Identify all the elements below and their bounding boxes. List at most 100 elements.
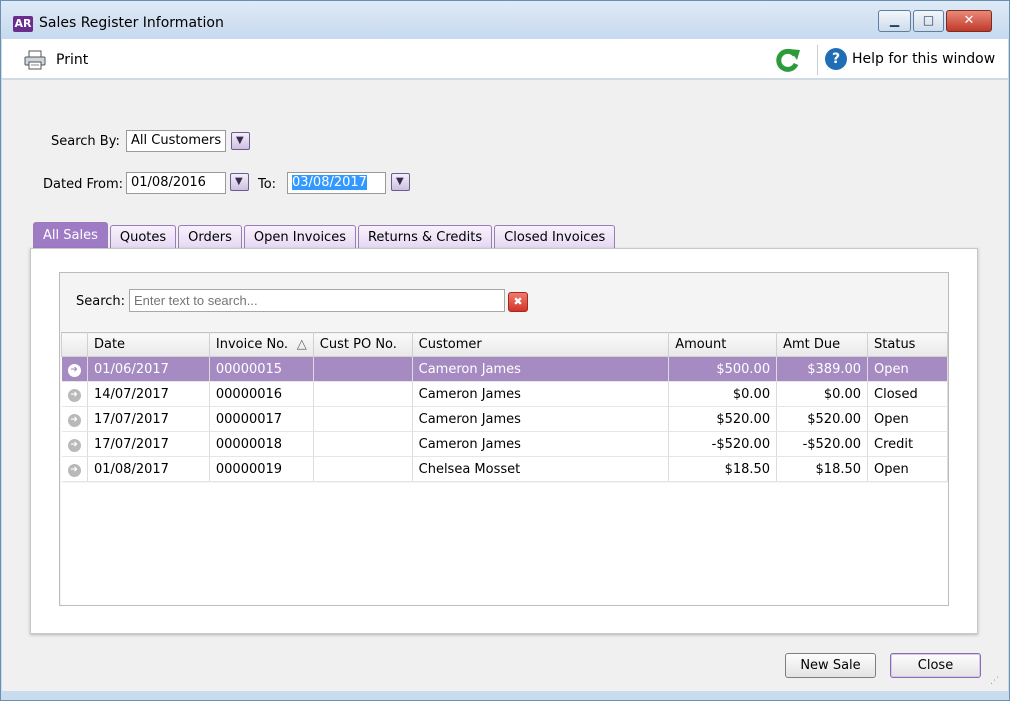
tab-orders[interactable]: Orders [178, 225, 242, 249]
search-label: Search: [76, 294, 126, 309]
refresh-icon[interactable] [774, 47, 802, 73]
cell-invoice-no: 00000018 [209, 431, 314, 457]
tab-quotes[interactable]: Quotes [109, 225, 177, 249]
table-row[interactable]: ➜ 17/07/2017 00000017 Cameron James $520… [61, 406, 948, 432]
column-header-amount[interactable]: Amount [668, 332, 778, 357]
column-header-row-selector [61, 332, 88, 357]
dated-from-dropdown-button[interactable]: ▼ [230, 173, 249, 191]
arrow-right-icon: ➜ [67, 364, 81, 377]
cell-amt-due: $0.00 [776, 381, 869, 407]
column-header-customer[interactable]: Customer [411, 332, 670, 357]
close-button[interactable]: Close [890, 653, 981, 678]
search-by-select[interactable]: All Customers [126, 130, 226, 152]
cell-invoice-no: 00000019 [209, 456, 314, 482]
cell-status: Open [867, 456, 948, 482]
table-empty-area [61, 483, 948, 605]
row-drilldown-cell[interactable]: ➜ [61, 406, 88, 432]
table-row[interactable]: ➜ 01/08/2017 00000019 Chelsea Mosset $18… [61, 456, 948, 482]
main-content: Search By: All Customers ▼ Dated From: 0… [2, 80, 1008, 691]
sort-ascending-icon: △ [296, 337, 307, 352]
dated-from-field[interactable]: 01/08/2016 [126, 172, 226, 194]
table-row[interactable]: ➜ 14/07/2017 00000016 Cameron James $0.0… [61, 381, 948, 407]
tab-open-invoices[interactable]: Open Invoices [243, 225, 356, 249]
printer-icon [24, 50, 46, 70]
to-label: To: [258, 177, 277, 192]
search-by-dropdown-button[interactable]: ▼ [231, 132, 250, 150]
cell-status: Credit [867, 431, 948, 457]
clear-search-button[interactable]: ✖ [508, 292, 528, 312]
help-icon: ? [825, 48, 847, 70]
cell-status: Open [867, 356, 948, 382]
cell-status: Open [867, 406, 948, 432]
table-row[interactable]: ➜ 17/07/2017 00000018 Cameron James -$52… [61, 431, 948, 457]
cell-date: 17/07/2017 [87, 406, 210, 432]
cell-amt-due: $389.00 [776, 356, 869, 382]
tab-returns-credits[interactable]: Returns & Credits [357, 225, 493, 249]
minimize-icon: ▁ [889, 13, 900, 27]
row-drilldown-cell[interactable]: ➜ [61, 456, 88, 482]
cell-cust-po-no [313, 431, 413, 457]
chevron-down-icon: ▼ [235, 176, 243, 187]
cell-amt-due: -$520.00 [776, 431, 869, 457]
minimize-button[interactable]: ▁ [878, 10, 911, 32]
column-header-invoice-no[interactable]: Invoice No. △ [208, 332, 314, 357]
column-header-status[interactable]: Status [867, 332, 948, 357]
column-header-date[interactable]: Date [86, 332, 210, 357]
arrow-right-icon: ➜ [67, 389, 81, 402]
tab-closed-invoices[interactable]: Closed Invoices [494, 225, 616, 249]
toolbar-separator [817, 45, 818, 75]
app-window: AR Sales Register Information ▁ □ ✕ Prin… [0, 0, 1010, 701]
grid-container: Search: ✖ Date Invoice No. △ Cust PO No.… [59, 272, 949, 606]
cell-customer: Cameron James [412, 406, 670, 432]
column-header-cust-po-no[interactable]: Cust PO No. [312, 332, 413, 357]
cell-cust-po-no [313, 406, 413, 432]
cell-date: 17/07/2017 [87, 431, 210, 457]
search-input[interactable] [129, 289, 505, 312]
cell-amount: $500.00 [668, 356, 778, 382]
help-button[interactable]: ? Help for this window [825, 48, 995, 70]
tab-panel: Search: ✖ Date Invoice No. △ Cust PO No.… [30, 248, 978, 634]
new-sale-button[interactable]: New Sale [785, 653, 876, 678]
close-window-button[interactable]: ✕ [946, 10, 992, 32]
cell-status: Closed [867, 381, 948, 407]
window-title: Sales Register Information [39, 15, 224, 31]
maximize-icon: □ [922, 13, 935, 27]
clear-icon: ✖ [513, 295, 523, 308]
table-row[interactable]: ➜ 01/06/2017 00000015 Cameron James $500… [61, 356, 948, 382]
cell-amt-due: $520.00 [776, 406, 869, 432]
cell-invoice-no: 00000015 [209, 356, 314, 382]
tab-all-sales[interactable]: All Sales [33, 222, 108, 249]
column-header-amt-due[interactable]: Amt Due [776, 332, 869, 357]
help-label: Help for this window [852, 51, 996, 67]
cell-amount: $0.00 [668, 381, 778, 407]
cell-amt-due: $18.50 [776, 456, 869, 482]
tab-bar: All Sales Quotes Orders Open Invoices Re… [33, 222, 617, 249]
cell-date: 01/08/2017 [87, 456, 210, 482]
search-by-label: Search By: [51, 134, 120, 149]
dated-to-field[interactable]: 03/08/2017 [287, 172, 386, 194]
arrow-right-icon: ➜ [67, 464, 81, 477]
cell-cust-po-no [313, 356, 413, 382]
sales-table: Date Invoice No. △ Cust PO No. Customer … [61, 332, 948, 482]
cell-amount: -$520.00 [668, 431, 778, 457]
chevron-down-icon: ▼ [236, 135, 244, 146]
maximize-button[interactable]: □ [913, 10, 944, 32]
row-drilldown-cell[interactable]: ➜ [61, 381, 88, 407]
dated-from-label: Dated From: [43, 177, 124, 192]
cell-invoice-no: 00000017 [209, 406, 314, 432]
row-drilldown-cell[interactable]: ➜ [61, 356, 88, 382]
title-bar: AR Sales Register Information ▁ □ ✕ [1, 1, 1009, 39]
cell-cust-po-no [313, 381, 413, 407]
arrow-right-icon: ➜ [67, 439, 81, 452]
cell-date: 01/06/2017 [87, 356, 210, 382]
cell-cust-po-no [313, 456, 413, 482]
invoice-no-header-label: Invoice No. [215, 337, 289, 352]
dated-to-dropdown-button[interactable]: ▼ [391, 173, 410, 191]
close-icon: ✕ [963, 13, 975, 28]
print-button[interactable]: Print [24, 49, 88, 71]
resize-grip-icon[interactable]: ⋰ [990, 676, 999, 686]
row-drilldown-cell[interactable]: ➜ [61, 431, 88, 457]
cell-customer: Cameron James [412, 381, 670, 407]
cell-invoice-no: 00000016 [209, 381, 314, 407]
toolbar: Print ? Help for this window [2, 39, 1008, 79]
